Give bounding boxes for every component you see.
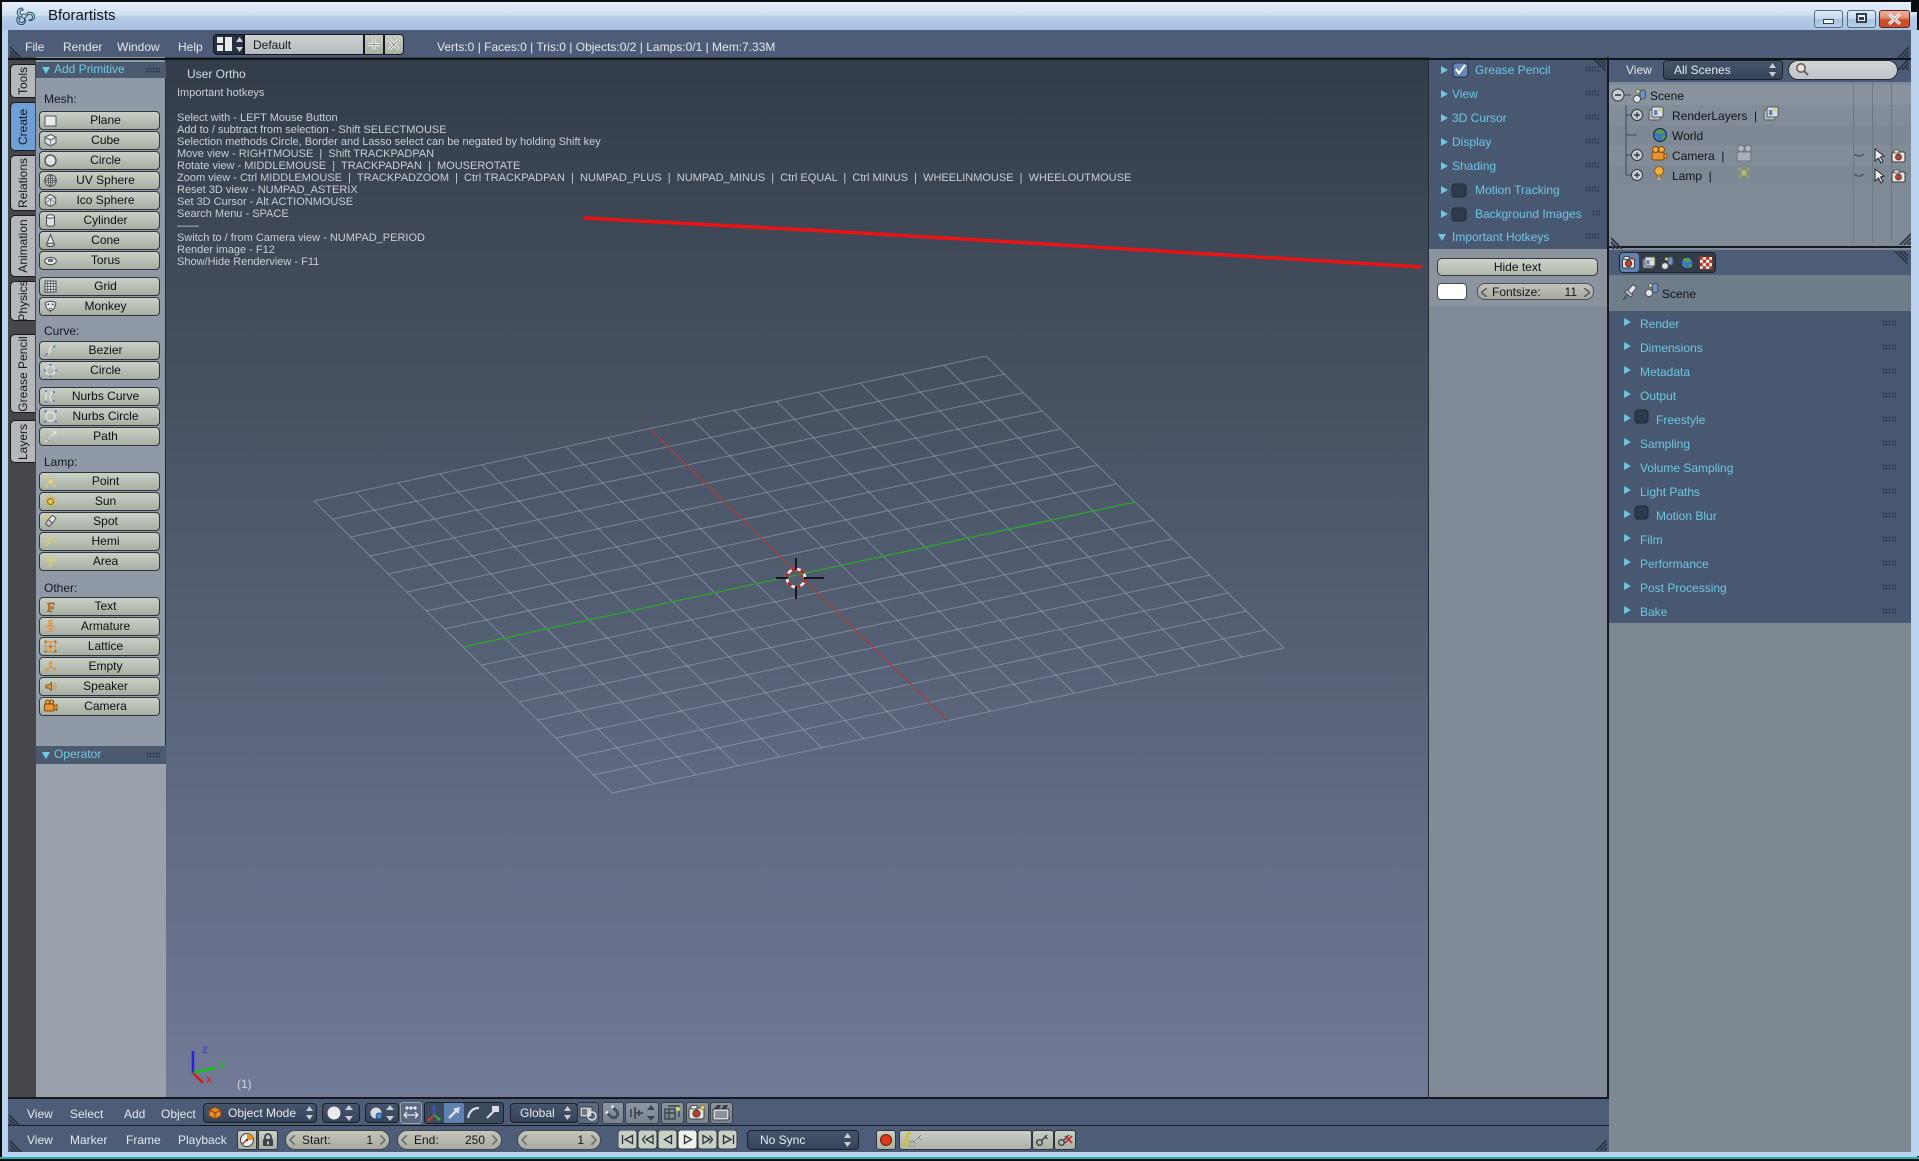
svg-text:F: F — [47, 600, 55, 615]
svg-text:x: x — [206, 1072, 212, 1086]
svg-text:z: z — [202, 1042, 208, 1056]
svg-text:y: y — [219, 1056, 225, 1070]
